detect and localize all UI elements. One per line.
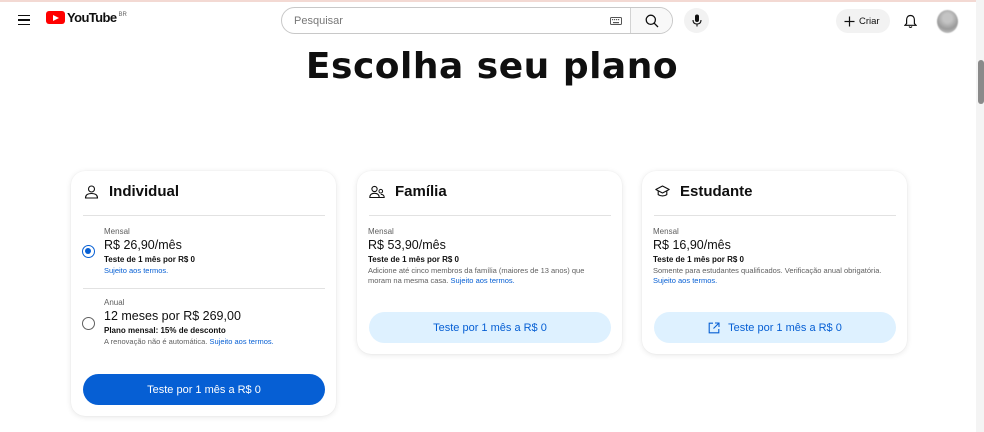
youtube-play-icon <box>46 11 65 24</box>
terms-link[interactable]: Sujeito aos termos. <box>104 266 168 275</box>
plan-card-estudante: Estudante Mensal R$ 16,90/mês Teste de 1… <box>642 171 907 354</box>
search-bar <box>281 7 673 34</box>
option-monthly: Mensal R$ 16,90/mês Teste de 1 mês por R… <box>653 227 898 286</box>
card-header: Estudante <box>654 183 753 200</box>
avatar[interactable] <box>937 10 958 33</box>
external-link-icon <box>708 321 720 333</box>
create-label: Criar <box>859 15 880 27</box>
card-header: Individual <box>83 183 179 200</box>
annual-radio[interactable] <box>82 317 95 330</box>
option-note: Adicione até cinco membros da família (m… <box>368 266 608 286</box>
option-price: 12 meses por R$ 269,00 <box>104 309 241 323</box>
bell-icon <box>903 14 917 28</box>
option-price: R$ 53,90/mês <box>368 238 446 252</box>
terms-link[interactable]: Sujeito aos termos. <box>451 276 515 285</box>
button-label: Teste por 1 mês a R$ 0 <box>433 321 547 334</box>
divider <box>83 215 325 216</box>
terms-link[interactable]: Sujeito aos termos. <box>653 276 717 285</box>
person-icon <box>83 184 99 200</box>
option-label: Anual <box>104 298 125 307</box>
option-price: R$ 26,90/mês <box>104 238 182 252</box>
plan-title: Estudante <box>680 183 753 200</box>
option-annual[interactable]: Anual 12 meses por R$ 269,00 Plano mensa… <box>104 298 319 347</box>
graduation-cap-icon <box>654 184 670 200</box>
option-trial: Teste de 1 mês por R$ 0 <box>368 255 459 264</box>
option-label: Mensal <box>104 227 130 236</box>
option-label: Mensal <box>368 227 394 236</box>
voice-search-button[interactable] <box>684 8 709 33</box>
microphone-icon <box>691 14 702 27</box>
trial-button-individual[interactable]: Teste por 1 mês a R$ 0 <box>83 374 325 405</box>
divider <box>83 288 325 289</box>
search-button[interactable] <box>630 8 672 33</box>
menu-icon[interactable] <box>12 8 36 32</box>
family-icon <box>369 184 385 200</box>
renewal-note: A renovação não é automática. <box>104 337 208 346</box>
keyboard-icon[interactable] <box>602 8 630 33</box>
logo-text: YouTube <box>67 10 117 25</box>
card-header: Família <box>369 183 447 200</box>
create-button[interactable]: Criar <box>836 9 890 33</box>
masthead: YouTube BR Criar <box>0 2 984 38</box>
page-title: Escolha seu plano <box>305 46 679 87</box>
divider <box>654 215 896 216</box>
search-icon <box>645 14 658 27</box>
option-note: Sujeito aos termos. <box>104 266 319 276</box>
button-label: Teste por 1 mês a R$ 0 <box>147 383 261 396</box>
plan-card-familia: Família Mensal R$ 53,90/mês Teste de 1 m… <box>357 171 622 354</box>
plus-icon <box>844 16 855 26</box>
option-note: A renovação não é automática. Sujeito ao… <box>104 337 319 347</box>
trial-button-familia[interactable]: Teste por 1 mês a R$ 0 <box>369 312 611 343</box>
option-trial: Teste de 1 mês por R$ 0 <box>104 255 195 264</box>
option-monthly[interactable]: Mensal R$ 26,90/mês Teste de 1 mês por R… <box>104 227 319 276</box>
plan-description: Somente para estudantes qualificados. Ve… <box>653 266 882 275</box>
option-discount: Plano mensal: 15% de desconto <box>104 326 226 335</box>
button-label: Teste por 1 mês a R$ 0 <box>728 321 842 334</box>
option-monthly: Mensal R$ 53,90/mês Teste de 1 mês por R… <box>368 227 608 286</box>
country-code: BR <box>118 12 127 18</box>
option-price: R$ 16,90/mês <box>653 238 731 252</box>
plan-title: Individual <box>109 183 180 200</box>
monthly-radio[interactable] <box>82 245 95 258</box>
trial-button-estudante[interactable]: Teste por 1 mês a R$ 0 <box>654 312 896 343</box>
option-note: Somente para estudantes qualificados. Ve… <box>653 266 898 286</box>
search-input[interactable] <box>282 8 602 33</box>
plan-card-individual: Individual Mensal R$ 26,90/mês Teste de … <box>71 171 336 416</box>
option-label: Mensal <box>653 227 679 236</box>
youtube-logo[interactable]: YouTube BR <box>46 11 127 24</box>
notifications-button[interactable] <box>899 10 921 32</box>
plan-title: Família <box>395 183 447 200</box>
option-trial: Teste de 1 mês por R$ 0 <box>653 255 744 264</box>
divider <box>369 215 611 216</box>
terms-link[interactable]: Sujeito aos termos. <box>210 337 274 346</box>
